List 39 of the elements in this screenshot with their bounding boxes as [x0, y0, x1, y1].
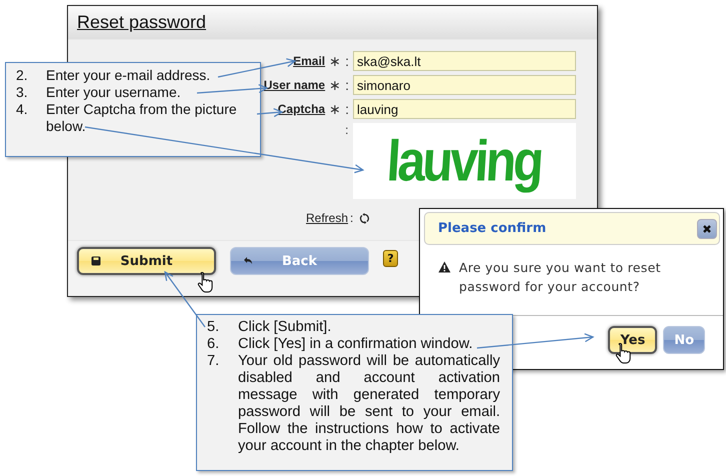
required-mark: ∗: [329, 101, 342, 117]
step-text: Click [Submit].: [238, 319, 332, 336]
undo-arrow-icon: [243, 256, 253, 266]
label-separator: :: [345, 101, 349, 117]
step-number: 5.: [207, 319, 220, 336]
dialog-title: Please confirm: [438, 221, 546, 236]
required-mark: ∗: [329, 77, 342, 93]
close-icon: [702, 224, 712, 234]
label-separator: :: [345, 53, 349, 69]
refresh-link[interactable]: Refresh: [306, 211, 348, 225]
captcha-image: lauving: [353, 123, 576, 199]
required-mark: ∗: [329, 53, 342, 69]
step-text: Enter your username.: [46, 84, 181, 101]
step-text: Enter Captcha from the picture below.: [46, 101, 238, 135]
input-field[interactable]: lauving: [353, 99, 576, 119]
label-separator: :: [350, 211, 354, 225]
label-separator: :: [345, 123, 349, 137]
field-label: Email: [293, 54, 326, 68]
input-field[interactable]: ska@ska.lt: [353, 51, 576, 71]
dialog-message: Are you sure you want to reset password for your account?: [459, 259, 662, 296]
window-title: Reset password: [77, 12, 206, 33]
help-button[interactable]: ?: [383, 250, 398, 267]
field-label: User name: [264, 78, 326, 92]
step-number: 2.: [16, 67, 29, 84]
step-text: Enter your e-mail address.: [46, 67, 210, 84]
label-separator: :: [345, 77, 349, 93]
input-field[interactable]: simonaro: [353, 75, 576, 95]
close-button[interactable]: [697, 218, 717, 238]
step-number: 3.: [16, 84, 29, 101]
step-number: 7.: [207, 353, 220, 371]
refresh-icon[interactable]: [359, 212, 370, 224]
field-label: Captcha: [278, 102, 326, 116]
step-number: 4.: [16, 101, 29, 119]
step-text: Click [Yes] in a confirmation window.: [238, 336, 474, 353]
warning-icon: [438, 261, 451, 273]
step-number: 6.: [207, 336, 220, 353]
hand-cursor-icon: [197, 271, 215, 293]
step-text: Your old password will be automatically disabled and account activation message with generated temporary password will be sent to your email. Follow the instructions how to activate your account in the chapter below.: [238, 353, 500, 455]
save-icon: [91, 256, 101, 266]
